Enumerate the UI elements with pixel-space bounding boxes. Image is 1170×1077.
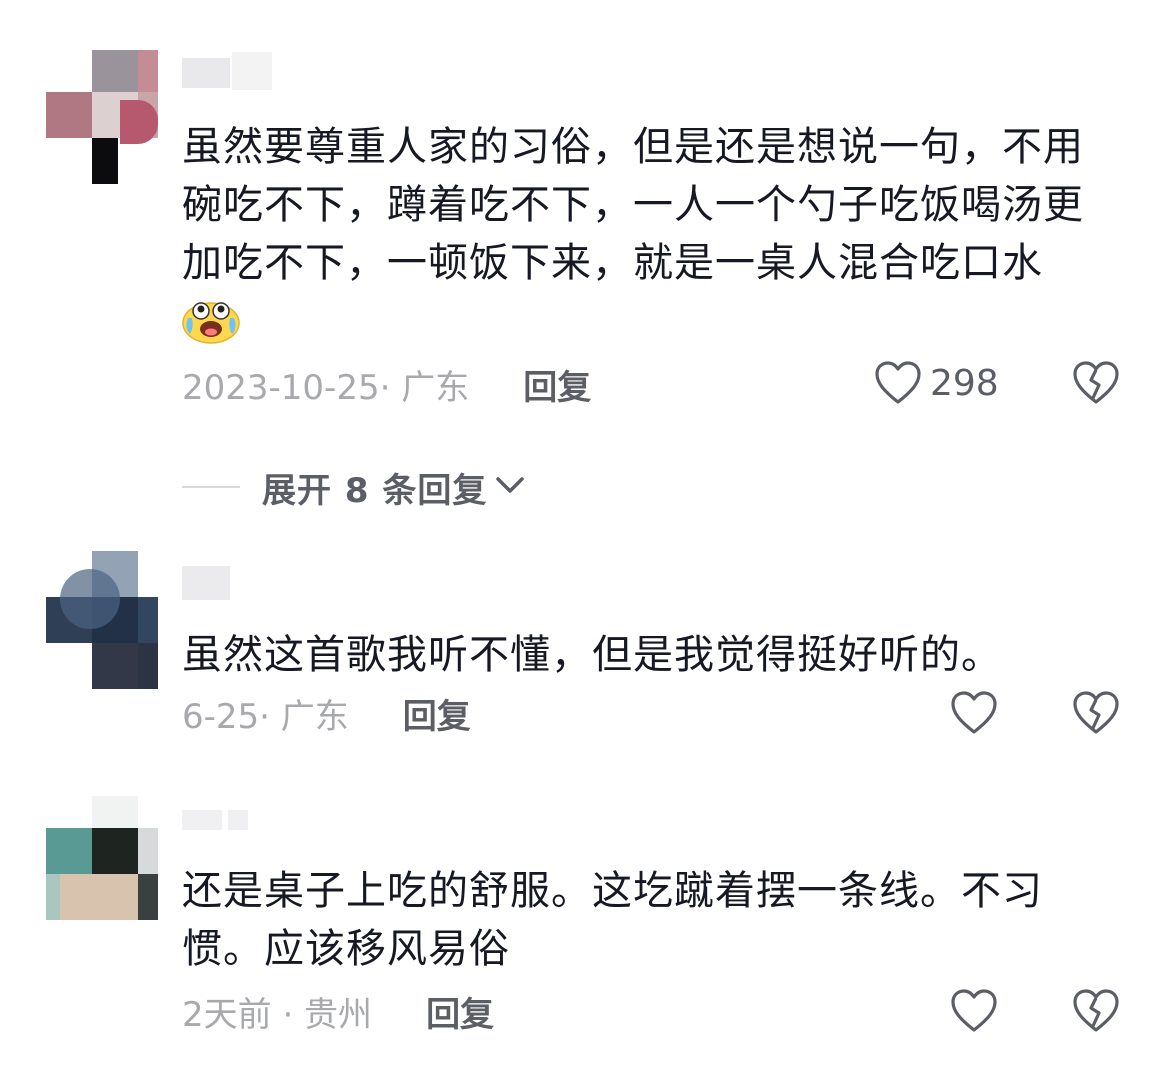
comment-meta: 6-25· 广东 回复 [182,688,471,738]
expand-replies-button[interactable]: 展开 8 条回复 [182,462,525,512]
username[interactable] [182,52,282,92]
like-button[interactable] [950,690,998,736]
like-button[interactable] [950,988,998,1034]
dislike-button[interactable] [1072,690,1120,736]
dislike-button[interactable] [1072,360,1120,406]
comment-date-location: 2023-10-25· 广东 [182,367,470,408]
expand-replies-label: 展开 8 条回复 [262,470,488,511]
crying-laughing-emoji-icon [182,298,240,360]
like-count: 298 [930,362,999,404]
broken-heart-icon [1072,690,1120,736]
broken-heart-icon [1072,360,1120,406]
divider [182,486,240,488]
avatar[interactable] [46,796,158,934]
reply-button[interactable]: 回复 [403,689,471,738]
comment-text: 虽然这首歌我听不懂，但是我觉得挺好听的。 [182,626,1092,684]
comment-text: 还是桌子上吃的舒服。这圪蹴着摆一条线。不习惯。应该移风易俗 [182,862,1092,978]
heart-icon [950,690,998,736]
heart-icon [874,360,922,406]
comment-text: 虽然要尊重人家的习俗，但是还是想说一句，不用碗吃不下，蹲着吃不下，一人一个勺子吃… [182,118,1092,360]
username[interactable] [182,560,282,600]
comment-meta: 2023-10-25· 广东 回复 [182,359,591,409]
like-button[interactable]: 298 [874,360,999,406]
chevron-down-icon [495,474,525,500]
heart-icon [950,988,998,1034]
comment-date-location: 2天前 · 贵州 [182,994,373,1035]
broken-heart-icon [1072,988,1120,1034]
comment-date-location: 6-25· 广东 [182,696,349,737]
username[interactable] [182,798,282,838]
comment-meta: 2天前 · 贵州 回复 [182,986,494,1036]
avatar[interactable] [46,50,158,188]
reply-button[interactable]: 回复 [426,987,494,1036]
reply-button[interactable]: 回复 [523,360,591,409]
comment-text-content: 虽然要尊重人家的习俗，但是还是想说一句，不用碗吃不下，蹲着吃不下，一人一个勺子吃… [182,124,1084,286]
comment-text-content: 还是桌子上吃的舒服。这圪蹴着摆一条线。不习惯。应该移风易俗 [182,868,1043,972]
dislike-button[interactable] [1072,988,1120,1034]
avatar[interactable] [46,551,158,689]
comment-text-content: 虽然这首歌我听不懂，但是我觉得挺好听的。 [182,632,1002,678]
